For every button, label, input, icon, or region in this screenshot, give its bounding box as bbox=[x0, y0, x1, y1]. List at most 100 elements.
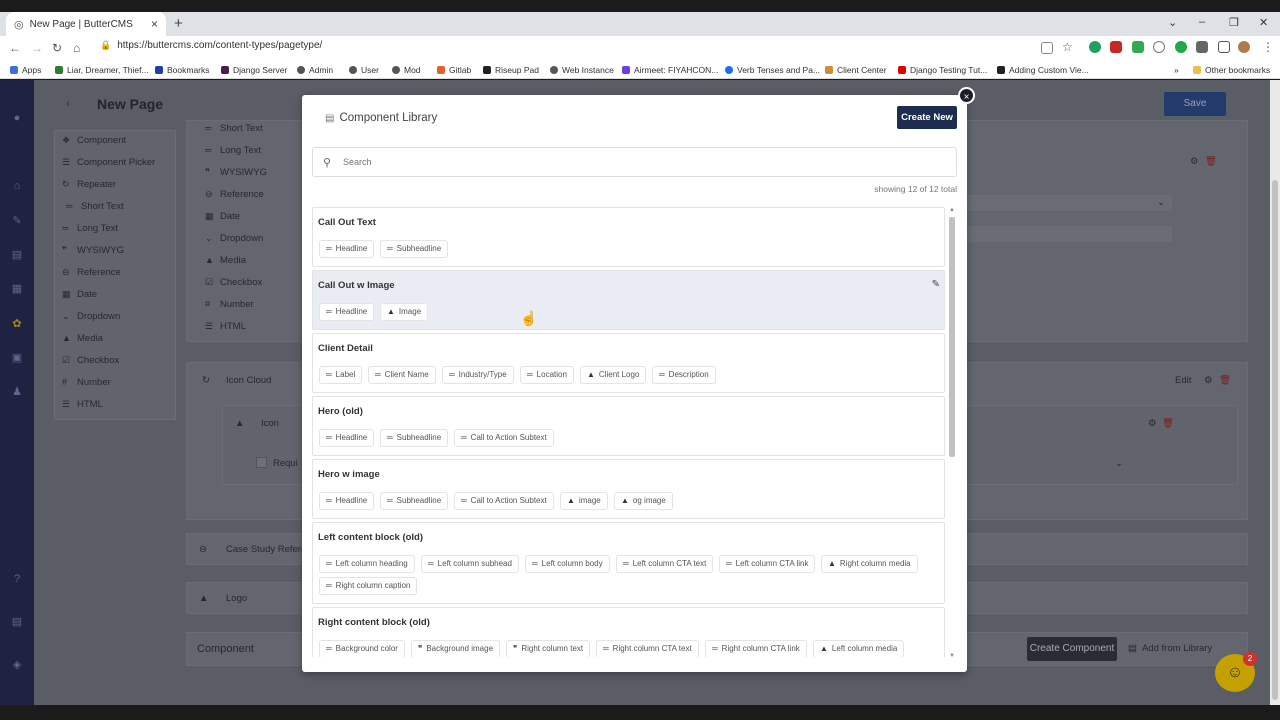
component-card[interactable]: Call Out w Image ✎ ═ Headline ▲ Image bbox=[312, 270, 945, 330]
blog-nav-icon[interactable]: ✎ bbox=[10, 214, 24, 227]
layers-icon[interactable]: ◈ bbox=[10, 658, 24, 671]
reload-icon[interactable]: ↻ bbox=[52, 41, 62, 55]
docs-icon[interactable]: ▤ bbox=[10, 615, 24, 628]
bookmark-item[interactable]: Django Testing Tut... bbox=[898, 65, 987, 75]
bookmark-other[interactable]: Other bookmarks bbox=[1193, 65, 1270, 75]
bookmark-item[interactable]: Mod bbox=[392, 65, 421, 75]
sidebar-item-checkbox[interactable]: ☑ Checkbox bbox=[62, 355, 119, 366]
share-icon[interactable] bbox=[1041, 42, 1053, 54]
sidebar-item-number[interactable]: # Number bbox=[62, 377, 111, 388]
sidebar-item-long-text[interactable]: ═ Long Text bbox=[62, 223, 118, 234]
forward-icon[interactable]: → bbox=[31, 41, 43, 55]
extension-green-icon[interactable] bbox=[1089, 41, 1101, 53]
bookmark-item[interactable]: User bbox=[349, 65, 379, 75]
sidebar-item-wysiwyg[interactable]: ❞ WYSIWYG bbox=[62, 245, 124, 256]
bookmark-item[interactable]: Admin bbox=[297, 65, 333, 75]
content-types-nav-icon[interactable]: ✿ bbox=[10, 317, 24, 330]
close-tab-icon[interactable]: × bbox=[151, 17, 158, 31]
logo-icon[interactable]: ● bbox=[10, 112, 24, 124]
search-box[interactable]: ⚲ bbox=[312, 147, 957, 177]
bookmark-item[interactable]: Client Center bbox=[825, 65, 887, 75]
home-icon[interactable]: ⌂ bbox=[73, 41, 80, 55]
field-type-number[interactable]: # Number bbox=[205, 299, 254, 310]
bookmark-item[interactable]: Web Instance bbox=[550, 65, 614, 75]
field-type-html[interactable]: ☰ HTML bbox=[205, 321, 246, 332]
sidebar-item-date[interactable]: ▦ Date bbox=[62, 289, 97, 300]
extension-globe-icon[interactable] bbox=[1153, 41, 1165, 53]
bookmark-item[interactable]: Bookmarks bbox=[155, 65, 210, 75]
field-type-checkbox[interactable]: ☑ Checkbox bbox=[205, 277, 262, 288]
page-scrollbar[interactable] bbox=[1270, 80, 1280, 705]
close-window-icon[interactable]: ✕ bbox=[1259, 16, 1268, 29]
page-scrollbar-thumb[interactable] bbox=[1272, 180, 1278, 700]
profile-avatar[interactable] bbox=[1238, 41, 1250, 53]
field-type-reference[interactable]: ⊖ Reference bbox=[205, 189, 264, 200]
trash-icon[interactable]: 🗑 bbox=[1162, 418, 1174, 429]
media-nav-icon[interactable]: ▣ bbox=[10, 351, 24, 364]
menu-dots-icon[interactable]: ⋮ bbox=[1262, 40, 1274, 54]
component-card[interactable]: Client Detail ═ Label ═ Client Name ═ Industry… bbox=[312, 333, 945, 393]
save-button[interactable]: Save bbox=[1164, 92, 1226, 116]
bookmark-apps[interactable]: Apps bbox=[10, 65, 41, 75]
sidebar-item-dropdown[interactable]: ⌄ Dropdown bbox=[62, 311, 120, 322]
extension-hangouts-icon[interactable] bbox=[1132, 41, 1144, 53]
bookmark-item[interactable]: Riseup Pad bbox=[483, 65, 539, 75]
bookmark-item[interactable]: Liar, Dreamer, Thief... bbox=[55, 65, 149, 75]
new-tab-icon[interactable]: + bbox=[174, 15, 183, 32]
side-panel-icon[interactable] bbox=[1218, 41, 1230, 53]
extension-phone-icon[interactable] bbox=[1175, 41, 1187, 53]
modal-close-button[interactable]: × bbox=[958, 87, 975, 104]
modal-scrollbar-thumb[interactable] bbox=[949, 217, 955, 457]
edit-link[interactable]: Edit bbox=[1175, 375, 1191, 386]
url-field[interactable]: 🔒 https://buttercms.com/content-types/pag… bbox=[100, 40, 322, 51]
help-icon[interactable]: ? bbox=[10, 573, 24, 585]
sidebar-item-media[interactable]: ▲ Media bbox=[62, 333, 103, 344]
scroll-down-icon[interactable]: ▼ bbox=[949, 653, 955, 659]
sidebar-item-reference[interactable]: ⊖ Reference bbox=[62, 267, 121, 278]
bookmark-item[interactable]: Gitlab bbox=[437, 65, 471, 75]
component-card[interactable]: Right content block (old) ═ Background col… bbox=[312, 607, 945, 657]
bookmark-item[interactable]: Django Server bbox=[221, 65, 287, 75]
trash-icon[interactable]: 🗑 bbox=[1219, 375, 1231, 386]
edit-pencil-icon[interactable]: ✎ bbox=[932, 279, 940, 290]
chat-launcher[interactable]: ☺ 2 bbox=[1215, 652, 1257, 692]
gear-icon[interactable]: ⚙ bbox=[1190, 156, 1199, 167]
tab-search-icon[interactable]: ⌄ bbox=[1168, 16, 1177, 29]
required-checkbox[interactable] bbox=[256, 457, 267, 468]
sidebar-item-html[interactable]: ☰ HTML bbox=[62, 399, 103, 410]
scroll-up-icon[interactable]: ▲ bbox=[949, 207, 955, 213]
field-type-short-text[interactable]: ═ Short Text bbox=[205, 123, 263, 134]
field-type-date[interactable]: ▦ Date bbox=[205, 211, 240, 222]
back-arrow-icon[interactable]: ‹ bbox=[66, 98, 70, 110]
sidebar-item-component-picker[interactable]: ☰ Component Picker bbox=[62, 157, 155, 168]
extension-red-icon[interactable] bbox=[1110, 41, 1122, 53]
sidebar-item-component[interactable]: ❖ Component bbox=[62, 135, 126, 146]
create-component-button[interactable]: Create Component bbox=[1027, 637, 1117, 661]
back-icon[interactable]: ← bbox=[9, 41, 21, 55]
field-type-media[interactable]: ▲ Media bbox=[205, 255, 246, 266]
component-card[interactable]: Left content block (old) ═ Left column hea… bbox=[312, 522, 945, 604]
home-nav-icon[interactable]: ⌂ bbox=[10, 180, 24, 192]
trash-icon[interactable]: 🗑 bbox=[1205, 156, 1217, 167]
bookmark-item[interactable]: Verb Tenses and Pa... bbox=[725, 65, 820, 75]
gear-icon[interactable]: ⚙ bbox=[1148, 418, 1157, 429]
add-from-library-button[interactable]: Add from Library bbox=[1142, 643, 1212, 654]
create-new-button[interactable]: Create New bbox=[897, 106, 957, 129]
component-card[interactable]: Hero (old) ═ Headline ═ Subheadline ═ Call to … bbox=[312, 396, 945, 456]
component-card[interactable]: Call Out Text ═ Headline ═ Subheadline bbox=[312, 207, 945, 267]
field-type-dropdown[interactable]: ⌄ Dropdown bbox=[205, 233, 263, 244]
sidebar-item-short-text[interactable]: ═ Short Text bbox=[66, 201, 124, 212]
search-input[interactable] bbox=[343, 154, 943, 170]
bookmarks-overflow-icon[interactable]: » bbox=[1174, 65, 1179, 75]
field-type-long-text[interactable]: ═ Long Text bbox=[205, 145, 261, 156]
gear-icon[interactable]: ⚙ bbox=[1204, 375, 1213, 386]
component-card[interactable]: Hero w image ═ Headline ═ Subheadline ═ Call t… bbox=[312, 459, 945, 519]
extensions-puzzle-icon[interactable] bbox=[1196, 41, 1208, 53]
sidebar-item-repeater[interactable]: ↻ Repeater bbox=[62, 179, 116, 190]
users-nav-icon[interactable]: ♟ bbox=[10, 385, 24, 398]
field-type-wysiwyg[interactable]: ❞ WYSIWYG bbox=[205, 167, 267, 178]
bookmark-item[interactable]: Airmeet: FIYAHCON... bbox=[622, 65, 718, 75]
bookmark-item[interactable]: Adding Custom Vie... bbox=[997, 65, 1089, 75]
browser-tab[interactable]: ◎ New Page | ButterCMS × bbox=[6, 12, 166, 36]
restore-icon[interactable]: ❐ bbox=[1229, 16, 1239, 29]
